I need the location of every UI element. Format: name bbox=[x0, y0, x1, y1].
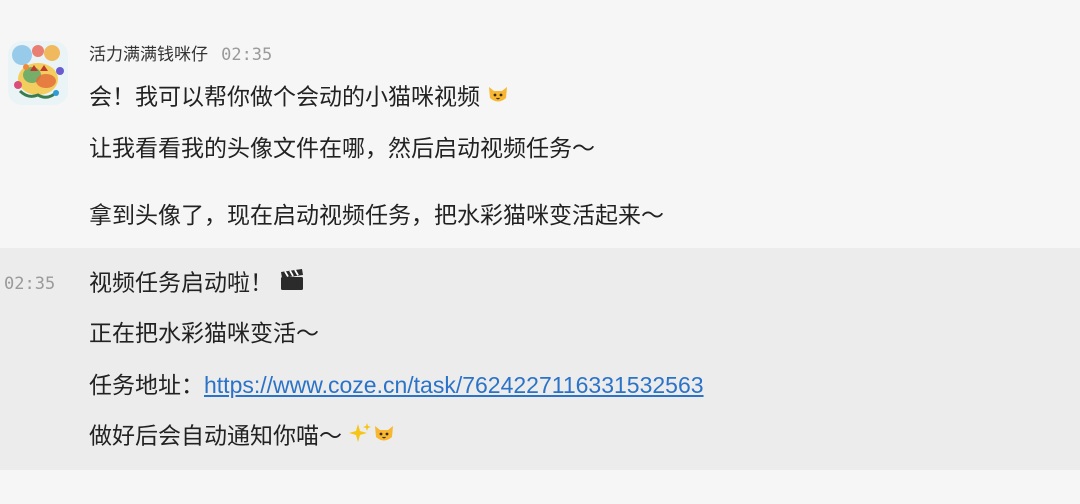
hover-timestamp: 02:35 bbox=[4, 274, 56, 294]
message-text: 会！我可以帮你做个会动的小猫咪视频 bbox=[89, 84, 480, 111]
message-text: 视频任务启动啦！ bbox=[89, 270, 273, 297]
message-line: 任务地址：https://www.coze.cn/task/7624227116… bbox=[89, 370, 704, 400]
message-line: 正在把水彩猫咪变活～ bbox=[89, 319, 319, 349]
message-timestamp: 02:35 bbox=[221, 45, 273, 65]
message-text: 正在把水彩猫咪变活～ bbox=[89, 321, 319, 347]
message-header: 活力满满钱咪仔 02:35 bbox=[89, 42, 272, 68]
message-line: 拿到头像了，现在启动视频任务，把水彩猫咪变活起来～ bbox=[89, 201, 664, 231]
message-line: 会！我可以帮你做个会动的小猫咪视频 bbox=[89, 82, 510, 112]
task-link[interactable]: https://www.coze.cn/task/762422711633153… bbox=[204, 372, 704, 398]
message-text: 做好后会自动通知你喵～ bbox=[89, 423, 342, 450]
message-line: 让我看看我的头像文件在哪，然后启动视频任务～ bbox=[89, 134, 595, 164]
message-text: 拿到头像了，现在启动视频任务，把水彩猫咪变活起来～ bbox=[89, 203, 664, 229]
clapper-board-icon bbox=[279, 268, 305, 300]
message-line: 做好后会自动通知你喵～ bbox=[89, 421, 396, 451]
message-text: 让我看看我的头像文件在哪，然后启动视频任务～ bbox=[89, 136, 595, 162]
cat-face-icon bbox=[486, 82, 510, 114]
sparkles-icon bbox=[348, 421, 372, 453]
message-line: 视频任务启动啦！ bbox=[89, 268, 305, 298]
task-label: 任务地址： bbox=[89, 373, 204, 399]
watercolor-cat-avatar-icon bbox=[8, 41, 68, 105]
avatar[interactable] bbox=[8, 41, 68, 105]
sender-name[interactable]: 活力满满钱咪仔 bbox=[89, 45, 208, 65]
cat-face-icon bbox=[372, 421, 396, 453]
